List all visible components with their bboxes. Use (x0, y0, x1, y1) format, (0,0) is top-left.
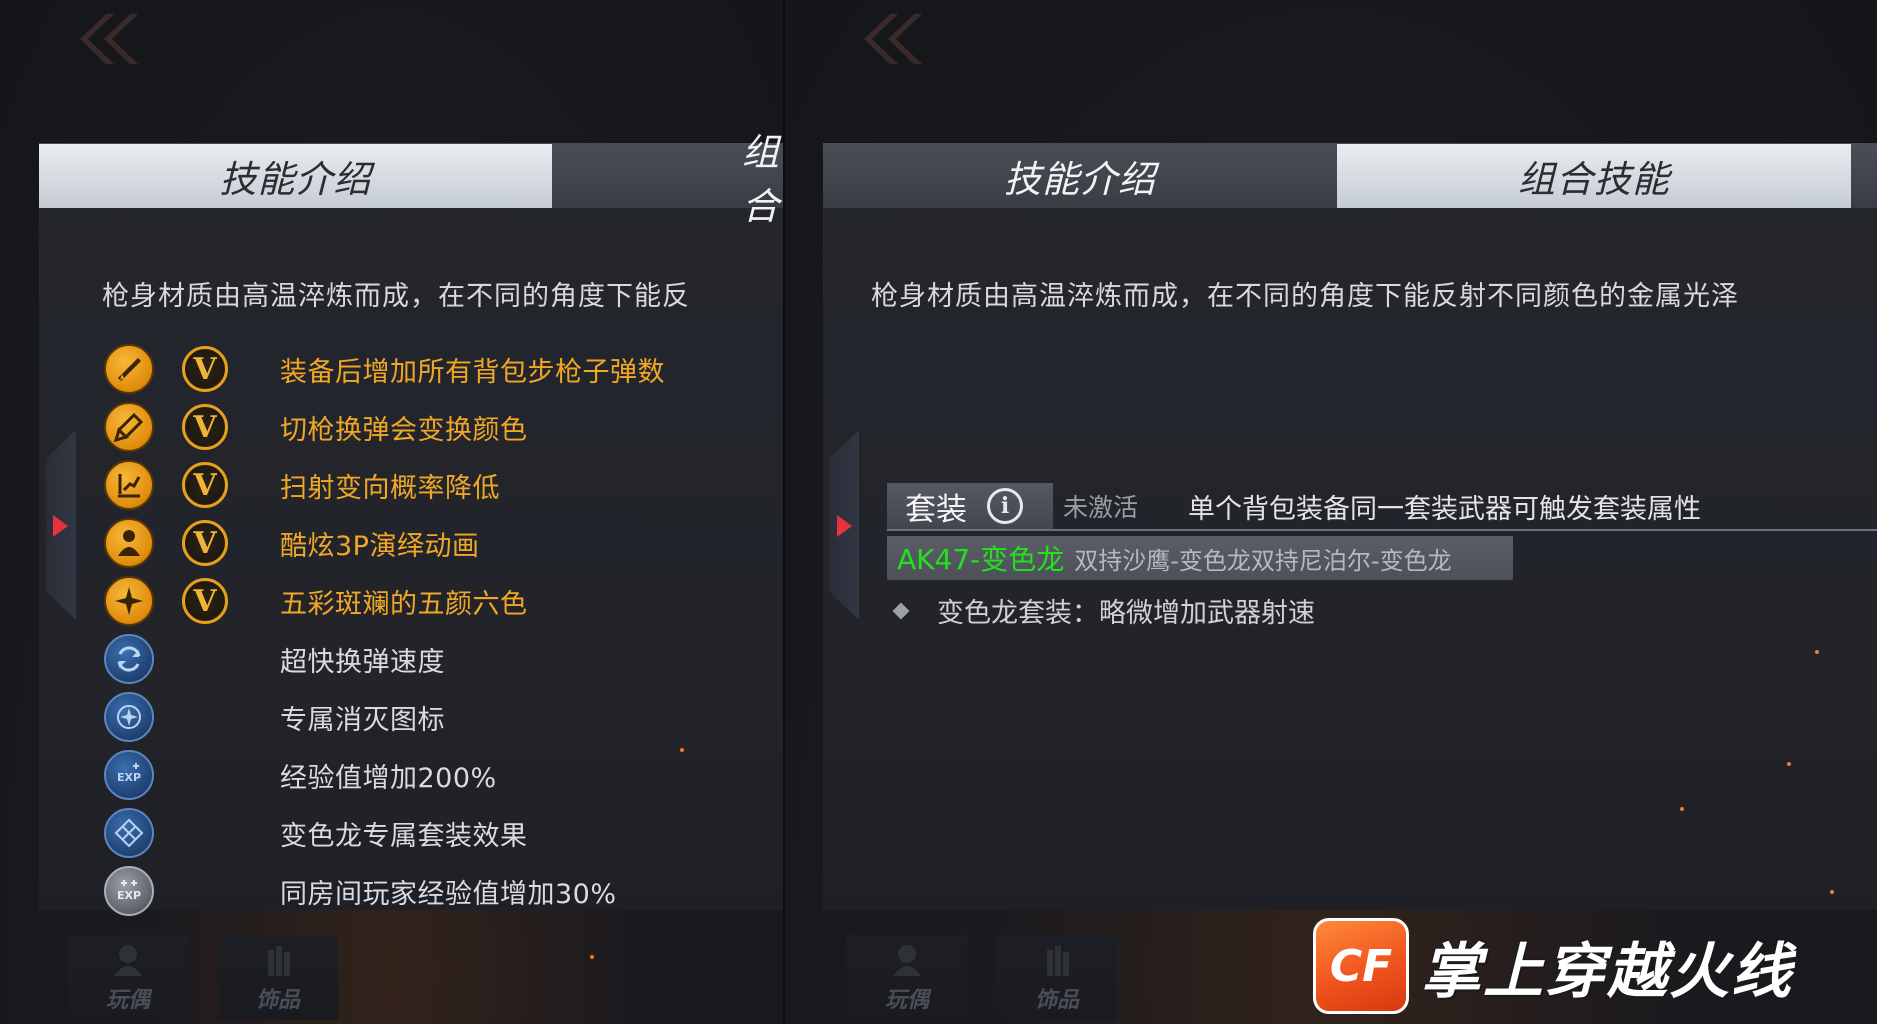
ember-particle (680, 748, 684, 752)
accessory-icon (256, 942, 300, 978)
nav-label: 玩偶 (105, 988, 150, 1013)
spray-pattern-icon (104, 460, 154, 510)
sparkle-icon (104, 576, 154, 626)
skill-list: V 装备后增加所有背包步枪子弹数 V 切枪换弹会变换颜色 V 扫射变向概率降低 … (104, 340, 784, 920)
set-label: 套装 i (887, 483, 1053, 529)
skill-row: V 扫射变向概率降低 (104, 456, 784, 514)
set-weapons: AK47-变色龙 双持沙鹰-变色龙双持尼泊尔-变色龙 (887, 536, 1513, 580)
skill-text: 专属消灭图标 (280, 704, 445, 736)
weapon-main: AK47-变色龙 (897, 543, 1065, 576)
vip-v-badge-icon: V (182, 520, 228, 566)
back-chevron-icon[interactable] (850, 10, 924, 68)
tab-skill-intro[interactable]: 技能介绍 (39, 144, 552, 208)
set-rule: 单个背包装备同一套装武器可触发套装属性 (1188, 493, 1702, 525)
right-screenshot: 技能介绍 组合技能 枪身材质由高温淬炼而成，在不同的角度下能反射不同颜色的金属光… (785, 0, 1877, 1024)
weapon-description: 枪身材质由高温淬炼而成，在不同的角度下能反射不同颜色的金属光泽 (871, 281, 1739, 312)
nav-label: 饰品 (255, 988, 300, 1013)
skill-text: 超快换弹速度 (280, 646, 445, 678)
skill-row: 专属消灭图标 (104, 688, 784, 746)
skill-row: EXP 经验值增加200% (104, 746, 784, 804)
paint-brush-icon (104, 402, 154, 452)
set-header: 套装 i 未激活 单个背包装备同一套装武器可触发套装属性 (887, 483, 1877, 531)
bottom-nav: 玩偶 饰品 (847, 935, 1117, 1020)
ember-particle (1815, 650, 1819, 654)
back-chevron-icon[interactable] (66, 10, 140, 68)
weapon-description: 枪身材质由高温淬炼而成，在不同的角度下能反 (102, 281, 690, 312)
nav-accessory[interactable]: 饰品 (218, 935, 338, 1020)
vip-v-badge-icon: V (182, 462, 228, 508)
bullet-diamond-icon (892, 602, 910, 619)
svg-text:EXP: EXP (117, 771, 141, 784)
ember-particle (1680, 807, 1684, 811)
skill-row: V 五彩斑斓的五颜六色 (104, 572, 784, 630)
accessory-icon (1035, 942, 1079, 978)
nav-label: 玩偶 (884, 988, 929, 1013)
skill-row: V 切枪换弹会变换颜色 (104, 398, 784, 456)
exp-up-icon: EXP (104, 750, 154, 800)
nav-label: 饰品 (1034, 988, 1079, 1013)
tab-overflow (1851, 144, 1877, 208)
prev-arrow-icon[interactable] (837, 515, 852, 537)
third-person-icon (104, 518, 154, 568)
set-status: 未激活 (1063, 493, 1139, 522)
skill-row: V 酷炫3P演绎动画 (104, 514, 784, 572)
tab-bar: 技能介绍 组合 (39, 131, 785, 228)
skill-text: 酷炫3P演绎动画 (280, 530, 480, 562)
skill-row: EXP 同房间玩家经验值增加30% (104, 862, 784, 920)
info-icon[interactable]: i (987, 488, 1023, 524)
svg-text:EXP: EXP (117, 889, 141, 902)
doll-icon (106, 942, 150, 978)
tab-skill-intro[interactable]: 技能介绍 (823, 144, 1337, 208)
tab-bar: 技能介绍 组合技能 (823, 144, 1877, 208)
app-logo: CF 掌上穿越火线 (1313, 918, 1793, 1014)
set-bonus: 变色龙套装：略微增加武器射速 (892, 591, 1315, 630)
nav-doll[interactable]: 玩偶 (68, 935, 188, 1020)
skill-text: 变色龙专属套装效果 (280, 820, 528, 852)
bottom-nav: 玩偶 饰品 (68, 935, 338, 1020)
diamond-set-icon (104, 808, 154, 858)
ember-particle (1787, 762, 1791, 766)
ember-particle (590, 955, 594, 959)
kill-mark-icon (104, 692, 154, 742)
logo-text: 掌上穿越火线 (1421, 936, 1793, 1007)
room-exp-icon: EXP (104, 866, 154, 916)
skill-text: 装备后增加所有背包步枪子弹数 (280, 356, 665, 388)
prev-arrow-icon[interactable] (53, 515, 68, 537)
cf-logo-icon: CF (1313, 918, 1409, 1014)
set-label-text: 套装 (905, 491, 967, 528)
skill-text: 同房间玩家经验值增加30% (280, 878, 617, 910)
tab-combo-skills[interactable]: 组合技能 (1337, 144, 1851, 208)
fast-reload-icon (104, 634, 154, 684)
skill-text: 扫射变向概率降低 (280, 472, 500, 504)
vip-v-badge-icon: V (182, 578, 228, 624)
doll-icon (885, 942, 929, 978)
ember-particle (1830, 890, 1834, 894)
left-screenshot: 技能介绍 组合 枪身材质由高温淬炼而成，在不同的角度下能反 V 装备后增加所有背… (0, 0, 785, 1024)
skill-row: 超快换弹速度 (104, 630, 784, 688)
vip-v-badge-icon: V (182, 404, 228, 450)
skill-text: 五彩斑斓的五颜六色 (280, 588, 528, 620)
skill-row: 变色龙专属套装效果 (104, 804, 784, 862)
skill-row: V 装备后增加所有背包步枪子弹数 (104, 340, 784, 398)
bonus-text: 变色龙套装：略微增加武器射速 (937, 598, 1315, 629)
vip-v-badge-icon: V (182, 346, 228, 392)
rifle-icon (104, 344, 154, 394)
tab-combo-skills[interactable]: 组合 (552, 131, 785, 228)
weapon-others: 双持沙鹰-变色龙双持尼泊尔-变色龙 (1074, 546, 1452, 575)
skill-text: 切枪换弹会变换颜色 (280, 414, 528, 446)
nav-accessory[interactable]: 饰品 (997, 935, 1117, 1020)
nav-doll[interactable]: 玩偶 (847, 935, 967, 1020)
skill-text: 经验值增加200% (280, 762, 497, 794)
combo-panel: 技能介绍 组合技能 枪身材质由高温淬炼而成，在不同的角度下能反射不同颜色的金属光… (823, 143, 1877, 910)
